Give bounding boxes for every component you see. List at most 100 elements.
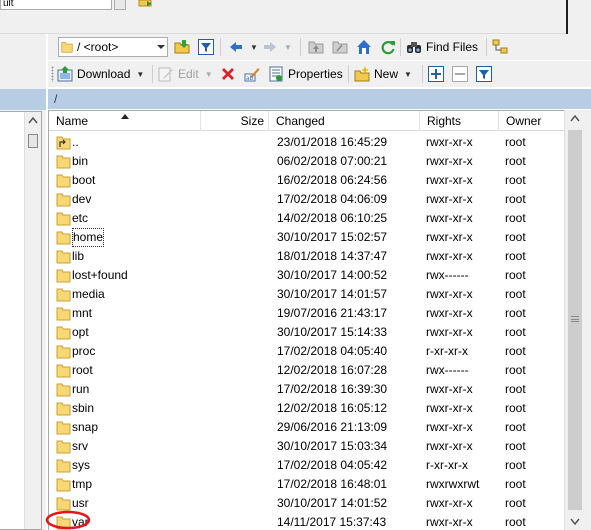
remote-path-bar: / [48,89,591,109]
refresh-icon [381,41,395,55]
new-button[interactable]: New ▼ [354,64,412,84]
file-changed: 16/02/2018 06:24:56 [277,173,388,187]
root-directory-button[interactable] [332,37,348,57]
file-changed: 12/02/2018 16:07:28 [277,363,388,377]
remote-toolbar-navigation: / <root> ▼ ▼ Find Files [48,34,591,60]
file-row[interactable]: bin 06/02/2018 07:00:21 rwxr-xr-x root [49,152,565,171]
new-label: New [374,67,399,81]
file-row[interactable]: boot 16/02/2018 06:24:56 rwxr-xr-x root [49,171,565,190]
open-directory-button[interactable] [174,37,190,57]
select-files-button[interactable] [428,64,444,84]
scroll-down-icon[interactable] [570,518,580,525]
remote-scrollbar[interactable] [564,110,584,530]
file-row[interactable]: root 12/02/2018 16:07:28 rwx------ root [49,361,565,380]
properties-label: Properties [288,67,343,81]
svg-text:ab: ab [246,75,254,82]
column-changed-header[interactable]: Changed [269,111,420,131]
file-owner: root [505,287,526,301]
file-row[interactable]: lost+found 30/10/2017 14:00:52 rwx------ ro… [49,266,565,285]
download-button[interactable]: Download ▼ [57,64,144,84]
file-row[interactable]: opt 30/10/2017 15:14:33 rwxr-xr-x root [49,323,565,342]
file-owner: root [505,458,526,472]
top-field-button[interactable] [114,0,126,10]
find-files-button[interactable]: Find Files [406,37,478,57]
column-owner-header[interactable]: Owner [499,111,565,131]
folder-icon [56,326,71,340]
file-owner: root [505,154,526,168]
local-file-list[interactable] [0,111,42,530]
file-row[interactable]: usr 30/10/2017 14:01:52 rwxr-xr-x root [49,494,565,513]
scroll-thumb[interactable] [568,130,582,510]
tree-view-button[interactable] [492,37,508,57]
file-row[interactable]: sbin 12/02/2018 16:05:12 rwxr-xr-x root [49,399,565,418]
window-edge [566,0,591,34]
folder-icon [56,440,71,454]
refresh-button[interactable] [380,37,396,57]
delete-button[interactable] [220,64,236,84]
scroll-thumb[interactable] [28,134,38,148]
folder-icon [56,383,71,397]
file-row[interactable]: tmp 17/02/2018 16:48:01 rwxrwxrwt root [49,475,565,494]
file-changed: 29/06/2016 21:13:09 [277,420,388,434]
file-row[interactable]: snap 29/06/2016 21:13:09 rwxr-xr-x root [49,418,565,437]
file-owner: root [505,325,526,339]
rename-button[interactable]: ab [244,64,260,84]
chevron-down-icon[interactable] [157,44,165,50]
file-rights: rwxr-xr-x [426,135,473,149]
file-row[interactable]: lib 18/01/2018 14:37:47 rwxr-xr-x root [49,247,565,266]
unselect-files-button[interactable] [452,64,468,84]
file-rights: rwxr-xr-x [426,420,473,434]
folder-icon [56,174,71,188]
forward-button[interactable]: ▼ [262,37,292,57]
file-row[interactable]: dev 17/02/2018 04:06:09 rwxr-xr-x root [49,190,565,209]
file-row[interactable]: srv 30/10/2017 15:03:34 rwxr-xr-x root [49,437,565,456]
folder-icon [56,459,71,473]
edit-button[interactable]: Edit ▼ [158,64,213,84]
remote-toolbar-actions: Download ▼ Edit ▼ ab Properties New ▼ [48,61,591,87]
scroll-up-icon[interactable] [28,116,38,124]
remote-file-list[interactable]: Name Size Changed Rights Owner .. 23/01/2… [48,110,584,530]
filter-files-button[interactable] [476,64,492,84]
file-rights: rwxr-xr-x [426,249,473,263]
file-name: snap [72,420,99,434]
top-field[interactable]: ult [0,0,112,10]
find-files-label: Find Files [426,40,479,54]
column-rights-header[interactable]: Rights [420,111,499,131]
file-row[interactable]: run 17/02/2018 16:39:30 rwxr-xr-x root [49,380,565,399]
back-button[interactable]: ▼ [228,37,258,57]
file-rights: rwx------ [426,268,469,282]
file-row[interactable]: mnt 19/07/2016 21:43:17 rwxr-xr-x root [49,304,565,323]
properties-button[interactable]: Properties [268,64,343,84]
local-scrollbar[interactable] [24,112,41,529]
file-changed: 06/02/2018 07:00:21 [277,154,388,168]
scroll-up-icon[interactable] [570,115,580,122]
file-rights: rwxrwxrwt [426,477,480,491]
file-changed: 17/02/2018 04:05:40 [277,344,388,358]
path-combo-value: / <root> [77,40,119,54]
file-row[interactable]: home 30/10/2017 15:02:57 rwxr-xr-x root [49,228,565,247]
folder-icon [56,402,71,416]
path-combo[interactable]: / <root> [58,37,168,57]
file-rights: rwxr-xr-x [426,287,473,301]
file-row[interactable]: sys 17/02/2018 04:05:42 r-xr-xr-x root [49,456,565,475]
folder-icon [56,155,71,169]
file-row[interactable]: var 14/11/2017 15:37:43 rwxr-xr-x root [49,513,565,530]
file-row[interactable]: .. 23/01/2018 16:45:29 rwxr-xr-x root [49,133,565,152]
download-label: Download [77,67,131,81]
rename-icon: ab [244,68,260,82]
column-name-header[interactable]: Name [49,111,201,131]
folder-sync-icon[interactable] [138,0,154,7]
file-owner: root [505,306,526,320]
local-path-bar [0,89,46,110]
file-rights: r-xr-xr-x [426,458,468,472]
parent-directory-button[interactable] [308,37,324,57]
home-directory-button[interactable] [356,37,372,57]
filter-button[interactable] [198,37,214,57]
file-row[interactable]: proc 17/02/2018 04:05:40 r-xr-xr-x root [49,342,565,361]
file-changed: 14/02/2018 06:10:25 [277,211,388,225]
root-folder-icon [332,41,348,54]
file-row[interactable]: etc 14/02/2018 06:10:25 rwxr-xr-x root [49,209,565,228]
file-row[interactable]: media 30/10/2017 14:01:57 rwxr-xr-x root [49,285,565,304]
filter-icon [198,39,214,55]
column-size-header[interactable]: Size [201,111,269,131]
